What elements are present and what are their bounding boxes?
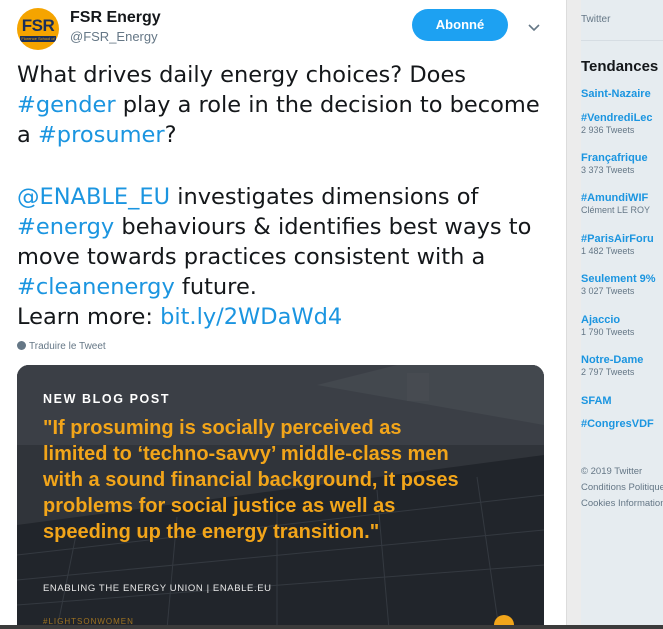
card-footer: ENABLING THE ENERGY UNION | ENABLE.EU — [43, 583, 272, 594]
hashtag-link[interactable]: #gender — [17, 92, 116, 118]
trend-name[interactable]: SFAM — [581, 395, 612, 407]
trend-name[interactable]: #CongresVDF — [581, 418, 654, 430]
tweet-text: What drives daily energy choices? Does #… — [17, 60, 557, 332]
translate-label: Traduire le Tweet — [29, 341, 106, 352]
trend-name[interactable]: #ParisAirForu — [581, 233, 654, 245]
trend-name[interactable]: Notre-Dame — [581, 354, 643, 366]
sidebar: Twitter Tendances Saint-Nazaire #Vendredi… — [581, 0, 663, 629]
trend-count: Clément LE ROY — [581, 205, 651, 215]
tweet-paragraph-1: What drives daily energy choices? Does #… — [17, 60, 557, 150]
trend-count: 3 027 Tweets — [581, 286, 635, 296]
tweet-text-segment: investigates dimensions of — [170, 184, 479, 210]
learn-more-link[interactable]: bit.ly/2WDaWd4 — [160, 304, 342, 330]
trend-item[interactable]: Notre-Dame 2 797 Tweets — [581, 354, 643, 377]
learn-more-line: Learn more: bit.ly/2WDaWd4 — [17, 302, 557, 332]
trend-name[interactable]: Saint-Nazaire — [581, 88, 651, 100]
tweet-header: FSR Florence School of Regulation FSR En… — [17, 6, 557, 50]
trend-item[interactable]: SFAM — [581, 395, 612, 407]
learn-more-label: Learn more: — [17, 304, 161, 330]
card-quote: "If prosuming is socially perceived as l… — [43, 417, 459, 543]
scrollbar[interactable] — [566, 0, 581, 629]
avatar-logo-text: FSR — [21, 16, 55, 35]
trends-title: Tendances — [581, 58, 659, 75]
taskbar-edge — [0, 625, 663, 629]
tweet-text-segment: ? — [164, 122, 177, 148]
trend-count: 2 797 Tweets — [581, 367, 635, 377]
copyright: © 2019 Twitter — [581, 466, 643, 477]
avatar-logo-subtext: Florence School of Regulation — [20, 36, 56, 47]
card-kicker: NEW BLOG POST — [43, 392, 171, 406]
sidebar-header: Twitter — [581, 14, 611, 25]
hashtag-link[interactable]: #energy — [17, 214, 114, 240]
tweet-paragraph-2: @ENABLE_EU investigates dimensions of #e… — [17, 182, 557, 302]
trend-item[interactable]: Françafrique 3 373 Tweets — [581, 152, 648, 175]
trend-name[interactable]: Seulement 9% — [581, 273, 656, 285]
trend-item[interactable]: #VendrediLec 2 936 Tweets — [581, 112, 653, 135]
trend-item[interactable]: Ajaccio 1 790 Tweets — [581, 314, 634, 337]
sidebar-footer: © 2019 Twitter Conditions Politique Cook… — [581, 464, 663, 512]
hashtag-link[interactable]: #prosumer — [38, 122, 165, 148]
chevron-down-icon[interactable] — [523, 16, 545, 38]
trend-name[interactable]: #VendrediLec — [581, 112, 653, 124]
author-name[interactable]: FSR Energy — [70, 9, 161, 27]
follow-button[interactable]: Abonné — [412, 9, 508, 41]
hashtag-link[interactable]: @ENABLE_EU — [17, 184, 170, 210]
footer-links-1[interactable]: Conditions Politique — [581, 480, 663, 496]
trend-item[interactable]: #AmundiWIF Clément LE ROY — [581, 192, 650, 215]
trend-item[interactable]: #ParisAirForu 1 482 Tweets — [581, 233, 654, 256]
author-handle[interactable]: @FSR_Energy — [70, 29, 158, 44]
divider — [581, 40, 663, 41]
media-card[interactable]: NEW BLOG POST "If prosuming is socially … — [17, 365, 544, 629]
tweet: FSR Florence School of Regulation FSR En… — [0, 0, 566, 629]
footer-links-2[interactable]: Cookies Informations — [581, 496, 663, 512]
translate-tweet[interactable]: Traduire le Tweet — [17, 341, 106, 352]
trend-count: 3 373 Tweets — [581, 165, 635, 175]
trend-count: 1 790 Tweets — [581, 327, 635, 337]
avatar[interactable]: FSR Florence School of Regulation — [17, 8, 59, 50]
hashtag-link[interactable]: #cleanenergy — [17, 274, 175, 300]
trend-count: 1 482 Tweets — [581, 246, 635, 256]
globe-icon — [17, 341, 26, 350]
trend-item[interactable]: #CongresVDF — [581, 418, 654, 430]
trend-name[interactable]: Ajaccio — [581, 314, 634, 326]
trend-count: 2 936 Tweets — [581, 125, 635, 135]
trend-item[interactable]: Saint-Nazaire — [581, 88, 651, 100]
trend-name[interactable]: #AmundiWIF — [581, 192, 650, 204]
trend-name[interactable]: Françafrique — [581, 152, 648, 164]
trend-item[interactable]: Seulement 9% 3 027 Tweets — [581, 273, 656, 296]
tweet-text-segment: What drives daily energy choices? Does — [17, 62, 467, 88]
tweet-text-segment: future. — [174, 274, 257, 300]
